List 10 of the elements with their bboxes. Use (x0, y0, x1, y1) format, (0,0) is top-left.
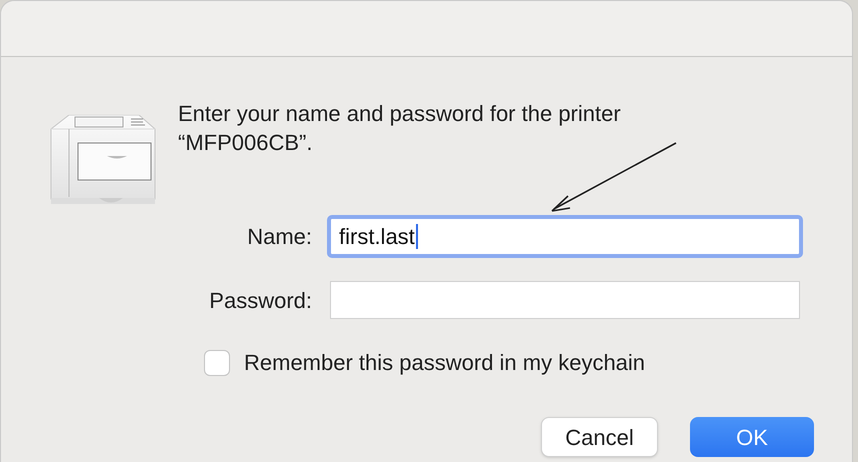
text-field[interactable]: first.last (327, 215, 803, 258)
checkbox-label: Remember this password in my keychain (244, 349, 646, 377)
cancel-button[interactable]: Cancel (541, 417, 658, 457)
field-label: Password: (208, 286, 313, 314)
ok-button[interactable]: OK (690, 417, 814, 457)
message-text: Enter your name and password for the printer (178, 100, 621, 128)
checkbox[interactable] (204, 350, 230, 376)
field-label: Name: (246, 223, 313, 251)
printer-name-text: “MFP006CB”. (178, 129, 314, 157)
text-field[interactable] (330, 281, 800, 319)
